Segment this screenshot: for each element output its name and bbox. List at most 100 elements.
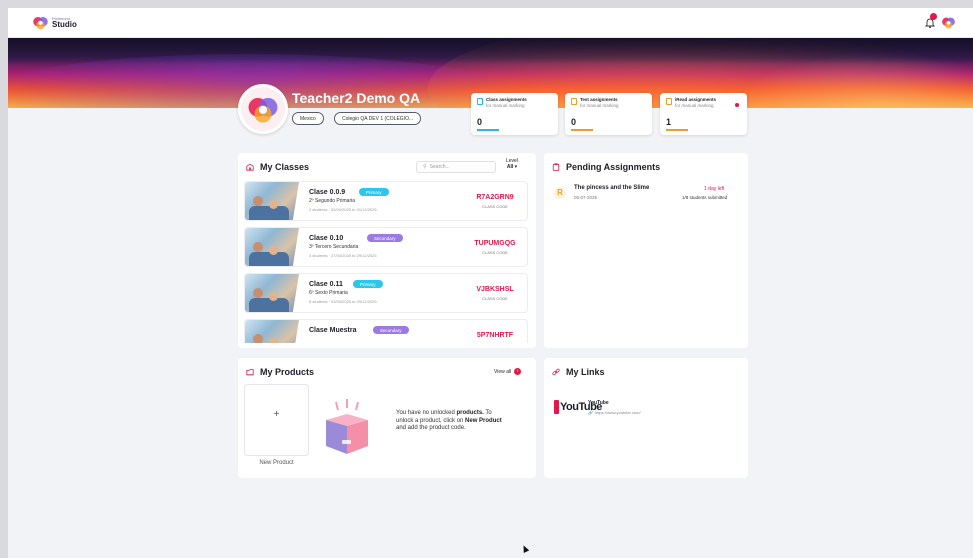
youtube-logo-icon [554,400,559,414]
days-left: 1 day left [704,186,725,192]
link-icon [552,368,560,376]
class-thumbnail [245,228,299,266]
test-icon [571,98,577,105]
level-value: All [506,164,514,170]
app-window: Richmond Studio Teacher2 Demo QA Mexico … [8,8,973,558]
students-submitted: 1/8 students submitted [682,195,728,200]
pending-assignments-panel: Pending Assignments R The pincess and th… [544,153,748,348]
stat-value: 0 [477,117,483,127]
level-badge: Secondary [367,234,403,242]
class-card[interactable]: Clase 0.11 Primary 6º Sexto Primaria 8 s… [244,273,528,313]
notification-badge [930,13,937,20]
class-thumbnail [245,182,299,220]
app-logo[interactable]: Richmond Studio [32,14,77,31]
stat-underline [571,129,593,131]
pending-title: Pending Assignments [566,162,661,172]
profile-avatar [238,84,288,134]
stat-subtitle: for manual marking [580,103,619,108]
folder-icon [246,369,254,376]
class-code: VJBKSHSL [476,286,514,293]
class-card[interactable]: Clase 0.0.9 Primary 2º Segundo Primaria … [244,181,528,221]
logo-mark-icon [33,16,48,30]
test-assignments-card[interactable]: Test assignments for manual marking 0 [565,93,652,135]
class-grade: 6º Sexto Primaria [309,290,348,296]
msg-bold: New Product [465,417,502,424]
teacher-name: Teacher2 Demo QA [292,90,421,106]
class-name: Clase 0.11 [309,281,343,288]
my-classes-title: My Classes [260,162,310,172]
my-classes-panel: My Classes ⚲ Search... Level All ▾ Clase… [238,153,536,348]
search-placeholder: Search... [429,164,450,170]
my-links-title: My Links [566,367,605,377]
class-code-label: CLASS CODE [482,250,508,255]
school-chip[interactable]: Colegio QA DEV 1 (COLEGIO... [334,112,422,125]
class-meta: 8 students · 03/03/2025 to 29/12/2025 [309,299,377,304]
link-title[interactable]: YouTube [588,400,609,406]
class-thumbnail [245,274,299,312]
class-code-label: CLASS CODE [482,296,508,301]
view-all-label: View all [494,368,512,375]
no-products-message: You have no unlocked products. To unlock… [396,410,508,433]
my-products-title: My Products [260,367,315,377]
level-filter[interactable]: Level All ▾ [506,158,518,170]
plus-icon: + [273,409,280,420]
class-code: R7A2GRN9 [476,194,514,201]
class-list: Clase 0.0.9 Primary 2º Segundo Primaria … [244,181,528,343]
class-code: 5P7NHRTF [476,332,514,339]
classroom-icon [246,163,254,171]
assignment-icon [552,163,560,171]
search-icon: ⚲ [423,164,427,170]
class-grade: 2º Segundo Primaria [309,198,356,204]
alert-dot [735,103,739,107]
stat-title: iRead assignments [675,97,717,102]
class-thumbnail [245,320,299,343]
arrow-right-icon: › [514,368,522,375]
msg-bold: products. [456,410,484,416]
class-card[interactable]: Clase 0.10 Secondary 3º Tercero Secundar… [244,227,528,267]
level-badge: Primary [353,280,383,288]
class-grade: 3º Tercero Secundaria [309,244,359,250]
class-name: Clase Muestra [309,327,357,334]
class-meta: 2 students · 02/04/2025 to 31/12/2025 [309,207,377,212]
stat-subtitle: for manual marking [675,103,714,108]
stat-value: 1 [666,117,672,127]
level-badge: Primary [359,188,389,196]
logo-name: Studio [52,19,77,29]
user-avatar[interactable] [941,15,956,30]
my-products-panel: My Products View all › + New Product You… [238,358,536,478]
level-badge: Secondary [373,326,409,334]
link-url[interactable]: 🔗 https://www.youtube.com/ [588,410,641,415]
class-code: TUPUMGQG [474,240,516,247]
stat-value: 0 [571,117,577,127]
class-meta: 4 students · 27/04/2025 to 29/12/2025 [309,253,377,258]
link-small-icon: 🔗 [588,410,593,415]
assignment-title: The pincess and the Slime [574,185,650,191]
my-links-panel: My Links YouTube YouTube 🔗 https://www.y… [544,358,748,478]
stat-underline [666,129,688,131]
country-chip: Mexico [292,112,324,125]
class-code-label: CLASS CODE [482,204,508,209]
class-search-input[interactable]: ⚲ Search... [416,161,496,173]
stat-subtitle: for manual marking [486,103,525,108]
class-name: Clase 0.10 [309,235,344,242]
view-all-link[interactable]: View all › [494,368,522,375]
clipboard-icon [477,98,483,105]
class-card[interactable]: Clase Muestra Secondary 5P7NHRTF [244,319,528,343]
profile-logo-icon [248,97,278,123]
book-icon [666,98,672,105]
iread-assignments-card[interactable]: iRead assignments for manual marking 1 [660,93,747,135]
chevron-down-icon: ▾ [514,164,518,170]
top-bar: Richmond Studio [8,8,973,38]
msg-text: and add the product code. [396,425,466,431]
msg-text: You have no unlocked [396,410,457,416]
reader-icon: R [554,187,566,199]
stat-title: Test assignments [580,97,618,102]
empty-box-icon [326,399,368,454]
new-product-button[interactable]: + [244,384,309,456]
new-product-label: New Product [259,460,294,466]
stat-title: Class assignments [486,97,527,102]
class-assignments-card[interactable]: Class assignments for manual marking 0 [471,93,558,135]
link-url-text: https://www.youtube.com/ [594,410,641,415]
stat-underline [477,129,499,131]
assignment-date: 05-07-2025 [574,195,598,200]
